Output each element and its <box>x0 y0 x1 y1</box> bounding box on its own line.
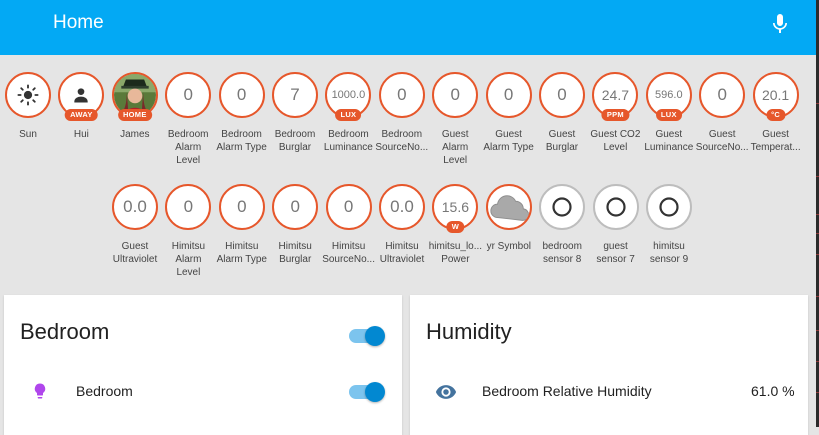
badge-unit-tag: LUX <box>335 109 362 121</box>
badge-value: 0.0 <box>123 197 147 216</box>
badge-circle <box>539 184 586 230</box>
badge-value: 0 <box>237 197 247 216</box>
badge-circle <box>592 184 639 230</box>
badge-value: 0 <box>343 197 354 216</box>
badge-value: 0 <box>290 197 300 216</box>
badge-unit-tag: AWAY <box>65 109 98 121</box>
badge-circle: 0 <box>378 72 425 118</box>
badge-circle: 0 <box>272 184 319 230</box>
badge-unit-tag: LUX <box>655 109 682 121</box>
badge-value: 0 <box>450 85 460 104</box>
badge-value: 7 <box>290 85 300 104</box>
badge-value: 0 <box>717 85 727 104</box>
person-icon <box>74 88 89 103</box>
badge-value: 0 <box>397 85 407 104</box>
ring-icon <box>552 197 572 217</box>
badge-value: 0 <box>183 197 194 216</box>
page-title: Home <box>53 12 104 33</box>
bedroom-card: Bedroom Bedroom <box>4 295 402 435</box>
entity-value: 61.0 % <box>751 383 795 399</box>
badge-unit-tag: PPM <box>601 109 629 121</box>
badge-unit-tag: W <box>446 221 465 233</box>
ring-icon <box>659 197 679 217</box>
lightbulb-icon <box>34 383 46 399</box>
badge-circle: 0 <box>165 184 212 230</box>
badge-label: Guest Temperat... <box>750 129 801 153</box>
badge-value: 0.0 <box>390 197 414 216</box>
badge-unit-tag: °C <box>766 109 786 121</box>
app-header: Home <box>0 0 816 55</box>
cloud-icon <box>490 195 529 221</box>
badge-unit-tag: HOME <box>117 109 152 121</box>
microphone-icon[interactable] <box>768 12 792 36</box>
badge-circle: 0 <box>325 184 372 230</box>
badge-value: 0 <box>236 85 247 104</box>
badge-circle: 0 <box>485 72 532 118</box>
bedroom-light-toggle[interactable] <box>349 382 385 402</box>
badge-circle: 0 <box>165 72 212 118</box>
card-title: Humidity <box>426 319 512 344</box>
badge-circle: 0 <box>699 72 746 118</box>
badge-value: 0 <box>183 85 193 104</box>
badge-circle: 0 <box>432 72 479 118</box>
badge-value: 1000.0 <box>331 89 366 101</box>
badge-circle: 0 <box>218 72 265 118</box>
badge-value: 0 <box>557 85 567 104</box>
badge-circle: 0.0 <box>379 184 425 230</box>
group-toggle[interactable] <box>349 326 385 346</box>
badge-circle: 7 <box>272 72 318 118</box>
badge-circle: 0 <box>218 184 265 230</box>
sun-icon <box>17 84 39 106</box>
badge-circle <box>646 184 692 230</box>
badge-circle <box>5 72 51 118</box>
badge-circle: 0 <box>539 72 585 118</box>
badge-value: 0 <box>503 85 514 104</box>
badge-circle <box>485 184 532 230</box>
card-title: Bedroom <box>20 319 110 344</box>
badge-circle: 0.0 <box>112 184 158 230</box>
badge-value: 596.0 <box>655 89 683 101</box>
entity-name[interactable]: Bedroom Relative Humidity <box>482 383 652 399</box>
humidity-card: Humidity Bedroom Relative Humidity 61.0 … <box>410 295 808 435</box>
ring-icon <box>605 197 626 217</box>
eye-icon <box>435 385 457 399</box>
badge-label: himitsu sensor 9 <box>649 241 689 265</box>
entity-name[interactable]: Bedroom <box>76 383 133 399</box>
badge-value: 24.7 <box>601 87 630 103</box>
badge-value: 15.6 <box>441 199 470 215</box>
badge-value: 20.1 <box>761 87 790 103</box>
